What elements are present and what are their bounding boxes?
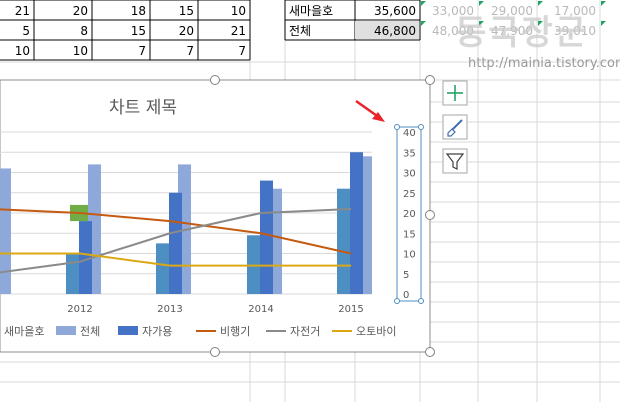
chart-filters-button[interactable]: [442, 148, 468, 174]
left-table-cell[interactable]: 18: [131, 4, 146, 18]
axis-handle-bl[interactable]: [394, 298, 400, 304]
left-table-cell[interactable]: 5: [22, 24, 30, 38]
chart-styles-button[interactable]: [442, 114, 468, 140]
right-table-label[interactable]: 새마을호: [289, 4, 333, 18]
left-table-cell[interactable]: 20: [73, 4, 88, 18]
chart-handle-middle-right[interactable]: [425, 210, 435, 220]
bar-전체[interactable]: [0, 168, 11, 294]
x-tick-label: 2015: [338, 304, 363, 315]
left-table-cell[interactable]: 20: [179, 24, 194, 38]
y-tick-label: 5: [403, 270, 409, 281]
watermark-url: http://mainia.tistory.com: [468, 56, 620, 71]
left-table-cell[interactable]: 8: [80, 24, 88, 38]
legend-swatch: [56, 326, 76, 335]
bar-새마을호[interactable]: [66, 253, 79, 295]
legend-label: 비행기: [220, 325, 250, 338]
chart-elements-button[interactable]: [442, 80, 468, 106]
y-tick-label: 35: [403, 148, 416, 159]
y-tick-label: 40: [403, 128, 416, 139]
left-table-cell[interactable]: 21: [231, 24, 246, 38]
legend-label: 전체: [80, 325, 100, 338]
bar-자가용[interactable]: [169, 192, 182, 294]
chart-handle-bottom-right[interactable]: [425, 347, 435, 357]
left-table-cell[interactable]: 10: [15, 44, 30, 58]
chart-handle-top-center[interactable]: [210, 75, 220, 85]
right-table-cell[interactable]: 46,800: [374, 24, 416, 38]
watermark: 동국장군 http://mainia.tistory.com: [455, 13, 620, 71]
y-tick-label: 15: [403, 229, 416, 240]
left-data-table: 21 5 10 20 18 15 10 8 15 20 21 10 7 7 7: [0, 0, 251, 61]
bar-자가용[interactable]: [350, 152, 363, 294]
legend-label: 자전거: [290, 325, 320, 338]
y-tick-label: 25: [403, 189, 416, 200]
legend-entry-새마을호[interactable]: 새마을호: [0, 325, 44, 338]
left-table-cell[interactable]: 21: [15, 4, 30, 18]
chart-handle-top-right[interactable]: [425, 75, 435, 85]
spreadsheet-canvas: 2151020 18 15 108 15 20 2110 7 7 7 새마을호 35,600 33,0…: [0, 0, 620, 402]
bar-새마을호[interactable]: [156, 243, 169, 294]
left-table-cell[interactable]: 15: [131, 24, 146, 38]
y-tick-label: 30: [403, 169, 416, 180]
bar-새마을호[interactable]: [247, 235, 260, 294]
left-table-cell[interactable]: 7: [186, 44, 194, 58]
bar-새마을호[interactable]: [337, 188, 350, 294]
right-table-label[interactable]: 전체: [289, 24, 311, 38]
y-tick-label: 20: [403, 209, 416, 220]
chart-side-buttons: [442, 80, 468, 174]
axis-handle-tr[interactable]: [418, 124, 424, 130]
legend-label: 새마을호: [4, 325, 44, 338]
watermark-title: 동국장군: [455, 13, 588, 53]
chart-area[interactable]: 차트 제목 2012 2013 2014 2015 0510152025303540 …: [0, 75, 435, 357]
left-table-cell[interactable]: 7: [138, 44, 146, 58]
legend-swatch: [118, 326, 138, 335]
right-table-cell[interactable]: 35,600: [374, 4, 416, 18]
y-tick-label: 0: [403, 290, 409, 301]
axis-handle-br[interactable]: [418, 298, 424, 304]
left-table-cell[interactable]: 10: [231, 4, 246, 18]
legend-label: 자가용: [142, 325, 172, 338]
left-table-cell[interactable]: 15: [179, 4, 194, 18]
bar-자가용[interactable]: [260, 180, 273, 294]
y-tick-label: 10: [403, 250, 416, 261]
x-tick-label: 2014: [248, 304, 273, 315]
x-tick-label: 2013: [157, 304, 182, 315]
chart-title[interactable]: 차트 제목: [109, 98, 177, 118]
x-tick-label: 2012: [67, 304, 92, 315]
axis-handle-tl[interactable]: [394, 124, 400, 130]
chart-handle-bottom-center[interactable]: [210, 347, 220, 357]
left-table-cell[interactable]: 7: [238, 44, 246, 58]
legend-label: 오토바이: [356, 325, 396, 338]
left-table-cell[interactable]: 10: [73, 44, 88, 58]
